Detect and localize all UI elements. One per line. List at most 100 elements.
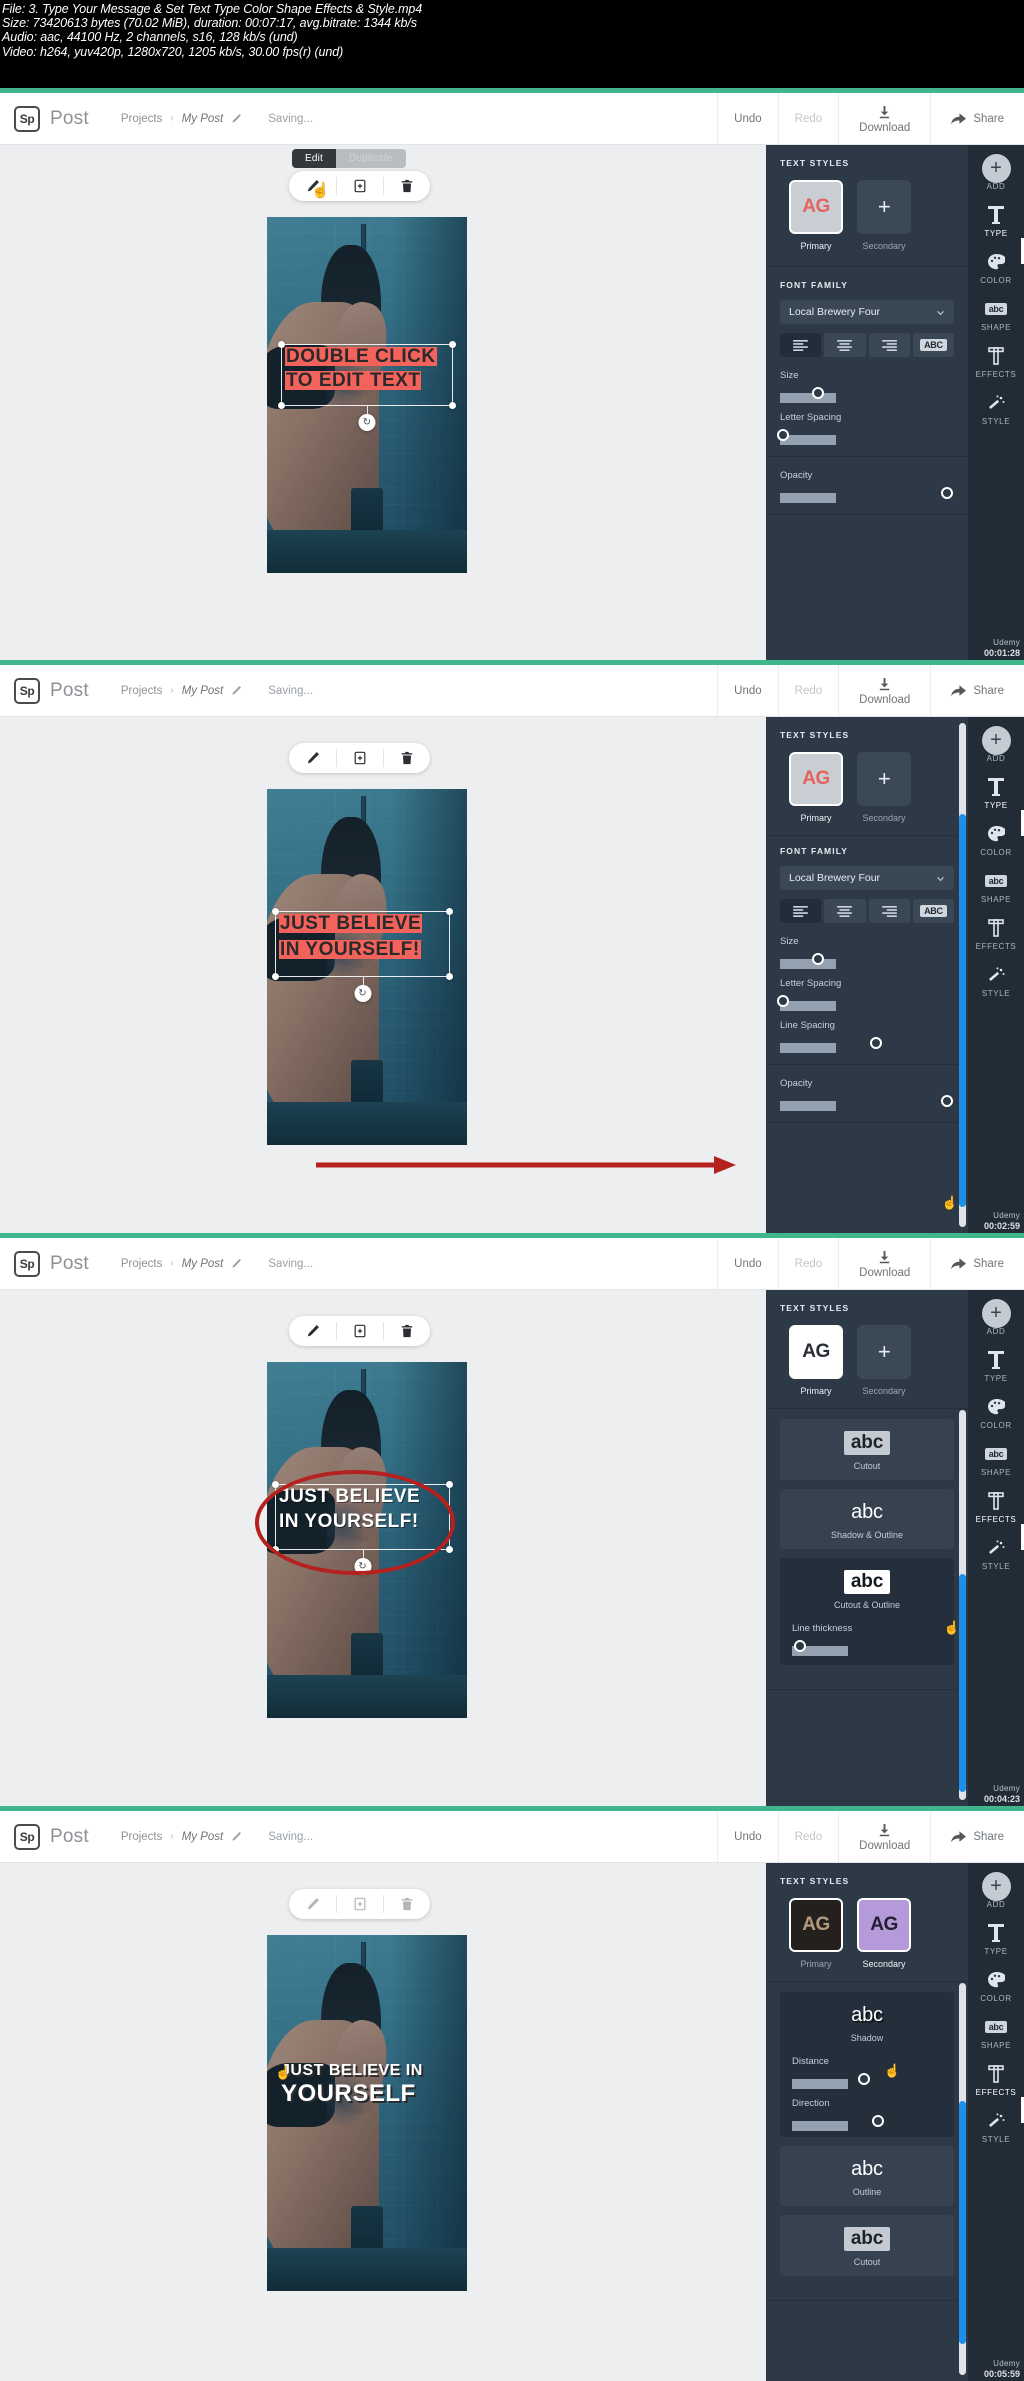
breadcrumb-current[interactable]: My Post [182,113,224,125]
undo-button[interactable]: Undo [717,1811,778,1862]
rail-item-effects[interactable]: EFFECTS [968,2061,1024,2123]
download-button[interactable]: Download [838,665,930,716]
font-family-select[interactable]: Local Brewery Four [780,300,954,324]
size-slider-knob[interactable] [812,387,825,399]
rail-item-style[interactable]: STYLE [968,390,1024,426]
panel-scrollbar[interactable] [959,1410,966,1800]
duplicate-object-button[interactable] [336,743,383,773]
primary-style-swatch[interactable]: AG Primary [789,1325,843,1396]
rail-item-style[interactable]: STYLE [968,2108,1024,2144]
undo-button[interactable]: Undo [717,93,778,144]
letter-spacing-slider[interactable] [777,995,954,1011]
rail-item-shape[interactable]: abc SHAPE [968,2014,1024,2050]
size-slider[interactable] [780,387,954,403]
duplicate-object-button[interactable] [336,1316,383,1346]
rail-item-effects[interactable]: EFFECTS [968,1488,1024,1550]
design-canvas[interactable]: DOUBLE CLICK TO EDIT TEXT ↻ [267,217,467,573]
distance-slider-knob[interactable] [858,2073,870,2085]
text-case-button[interactable]: ABC [912,899,954,923]
opacity-slider-knob[interactable] [941,487,954,499]
resize-handle-tl[interactable] [272,908,279,915]
rail-item-add[interactable]: + ADD [968,1871,1024,1909]
distance-slider[interactable] [792,2073,942,2089]
selection-frame[interactable]: ↻ [272,908,453,1002]
secondary-style-swatch[interactable]: + Secondary [857,180,911,251]
delete-object-button[interactable] [383,743,430,773]
rail-item-type[interactable]: TYPE [968,774,1024,836]
breadcrumb-projects[interactable]: Projects [121,685,163,697]
rail-item-shape[interactable]: abc SHAPE [968,1441,1024,1477]
align-center-button[interactable] [824,899,866,923]
effect-card-outline[interactable]: abc Outline [780,2146,954,2206]
line-thickness-slider-knob[interactable] [793,1640,806,1652]
rotate-handle[interactable]: ↻ [358,414,376,431]
design-canvas[interactable]: JUST BELIEVE IN YOURSELF ☝ [267,1935,467,2291]
rail-item-color[interactable]: COLOR [968,249,1024,285]
primary-style-swatch[interactable]: AG Primary [789,1898,843,1969]
rail-item-add[interactable]: + ADD [968,1298,1024,1336]
duplicate-object-button[interactable] [336,1889,383,1919]
canvas-text-object[interactable]: JUST BELIEVE IN YOURSELF [281,2062,423,2107]
breadcrumb-current[interactable]: My Post [182,1258,224,1270]
breadcrumb-projects[interactable]: Projects [121,1831,163,1843]
font-family-select[interactable]: Local Brewery Four [780,866,954,890]
rail-item-color[interactable]: COLOR [968,1967,1024,2003]
letter-spacing-slider[interactable] [777,429,954,445]
delete-object-button[interactable] [383,1316,430,1346]
breadcrumb-projects[interactable]: Projects [121,1258,163,1270]
undo-button[interactable]: Undo [717,1238,778,1289]
resize-handle-br[interactable] [449,402,456,409]
redo-button[interactable]: Redo [777,93,839,144]
selection-frame[interactable]: ↻ [278,341,456,431]
direction-slider-knob[interactable] [871,2115,884,2127]
resize-handle-bl[interactable] [278,402,285,409]
rail-item-add[interactable]: + ADD [968,725,1024,763]
resize-handle-br[interactable] [446,973,453,980]
effect-card-shadow-outline[interactable]: abc Shadow & Outline [780,1489,954,1549]
resize-handle-tr[interactable] [449,341,456,348]
duplicate-object-button[interactable] [336,171,383,201]
line-spacing-slider[interactable] [780,1037,954,1053]
undo-button[interactable]: Undo [717,665,778,716]
edit-object-button[interactable] [289,1316,336,1346]
line-thickness-slider[interactable] [792,1640,942,1656]
redo-button[interactable]: Redo [777,1238,839,1289]
primary-style-swatch[interactable]: AG Primary [789,180,843,251]
delete-object-button[interactable] [383,1889,430,1919]
secondary-style-swatch[interactable]: AG Secondary [857,1898,911,1969]
share-button[interactable]: Share [930,1811,1024,1862]
design-canvas[interactable]: JUST BELIEVE IN YOURSELF! ↻ [267,789,467,1145]
edit-object-button[interactable] [289,743,336,773]
share-button[interactable]: Share [930,665,1024,716]
breadcrumb-current[interactable]: My Post [182,685,224,697]
rail-item-style[interactable]: STYLE [968,1535,1024,1571]
rail-item-add[interactable]: + ADD [968,153,1024,191]
rail-item-color[interactable]: COLOR [968,821,1024,857]
download-button[interactable]: Download [838,93,930,144]
primary-style-swatch[interactable]: AG Primary [789,752,843,823]
rail-item-shape[interactable]: abc SHAPE [968,868,1024,904]
text-case-button[interactable]: ABC [912,333,954,357]
align-center-button[interactable] [824,333,866,357]
resize-handle-br[interactable] [446,1546,453,1553]
pencil-icon[interactable] [231,1258,242,1269]
effect-card-cutout[interactable]: abc Cutout [780,1419,954,1480]
breadcrumb-projects[interactable]: Projects [121,113,163,125]
redo-button[interactable]: Redo [777,1811,839,1862]
pencil-icon[interactable] [231,685,242,696]
rail-item-type[interactable]: TYPE [968,202,1024,264]
size-slider-knob[interactable] [812,953,825,965]
share-button[interactable]: Share [930,93,1024,144]
opacity-slider-knob[interactable] [941,1095,954,1107]
panel-scrollbar[interactable] [959,723,966,1227]
scrollbar-thumb[interactable] [959,813,966,1207]
resize-handle-tr[interactable] [446,1481,453,1488]
rail-item-shape[interactable]: abc SHAPE [968,296,1024,332]
align-left-button[interactable] [780,333,822,357]
letter-spacing-slider-knob[interactable] [777,429,790,441]
share-button[interactable]: Share [930,1238,1024,1289]
download-button[interactable]: Download [838,1238,930,1289]
effect-card-shadow[interactable]: abc Shadow Distance Direction [780,1992,954,2137]
resize-handle-tl[interactable] [278,341,285,348]
edit-object-button[interactable] [289,1889,336,1919]
